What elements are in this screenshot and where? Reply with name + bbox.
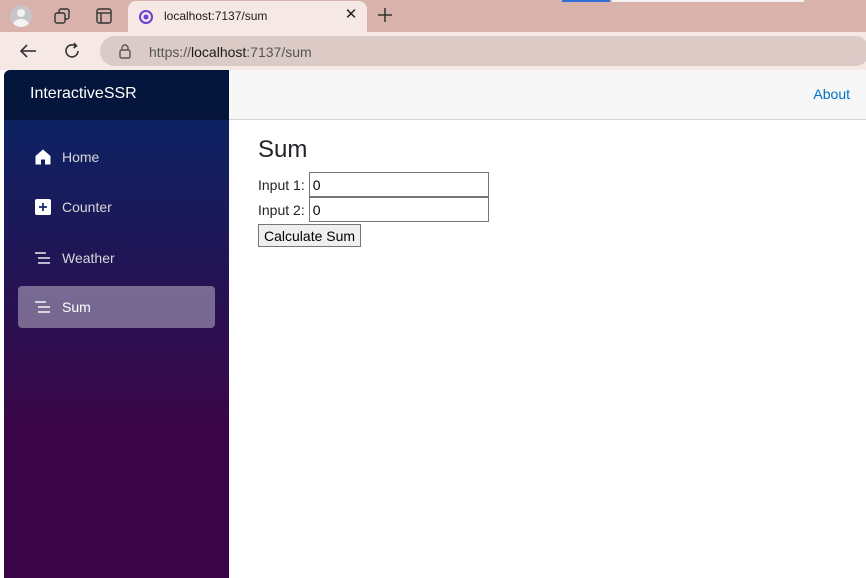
sidebar-item-counter[interactable]: Counter: [18, 186, 215, 228]
sidebar-item-label: Sum: [62, 299, 91, 315]
calculate-sum-button[interactable]: Calculate Sum: [258, 224, 362, 247]
url-path: :7137/sum: [246, 44, 312, 60]
back-icon[interactable]: [16, 39, 40, 63]
input2-field[interactable]: [308, 197, 489, 222]
input1-row: Input 1:: [258, 172, 489, 197]
url-input[interactable]: https://localhost:7137/sum: [100, 36, 866, 66]
input1-field[interactable]: [308, 172, 489, 197]
plus-square-icon: [34, 198, 52, 216]
close-icon[interactable]: ✕: [343, 7, 359, 23]
url-text: https://localhost:7137/sum: [149, 44, 312, 60]
main-content: About Sum Input 1: Input 2: Calculate Su…: [229, 70, 866, 578]
profile-icon[interactable]: [9, 4, 33, 28]
sidebar-item-sum[interactable]: Sum: [18, 286, 215, 328]
favicon-icon: [138, 9, 154, 25]
plus-icon[interactable]: [374, 4, 396, 26]
sum-form: Sum Input 1: Input 2: Calculate Sum: [258, 136, 489, 247]
tab-strip-accent: [562, 0, 610, 2]
brand-bar: InteractiveSSR: [4, 70, 229, 120]
home-icon: [34, 148, 52, 166]
sidebar-item-label: Counter: [62, 199, 112, 215]
active-tab[interactable]: localhost:7137/sum ✕: [128, 1, 367, 32]
sidebar-item-home[interactable]: Home: [18, 136, 215, 178]
app-viewport: InteractiveSSR Home Counter Weather Sum: [0, 70, 866, 578]
tab-strip-accent: [612, 0, 804, 2]
tab-actions-icon[interactable]: [92, 4, 116, 28]
url-host: localhost: [191, 44, 247, 60]
input2-label: Input 2:: [258, 201, 305, 218]
sidebar-item-label: Home: [62, 149, 100, 165]
url-prefix: https://: [149, 44, 192, 60]
list-icon: [34, 249, 52, 267]
page-title: Sum: [258, 136, 308, 163]
sidebar: InteractiveSSR Home Counter Weather Sum: [4, 70, 229, 578]
input2-row: Input 2:: [258, 197, 489, 222]
brand-link[interactable]: InteractiveSSR: [30, 85, 137, 103]
top-row: About: [229, 70, 866, 120]
workspaces-icon[interactable]: [50, 4, 74, 28]
tab-title: localhost:7137/sum: [164, 9, 268, 23]
sidebar-item-weather[interactable]: Weather: [18, 237, 215, 279]
input1-label: Input 1:: [258, 176, 305, 193]
list-icon: [34, 298, 52, 316]
sidebar-item-label: Weather: [62, 250, 115, 266]
browser-tab-strip: localhost:7137/sum ✕: [0, 0, 866, 32]
address-bar-row: https://localhost:7137/sum: [0, 32, 866, 70]
refresh-icon[interactable]: [60, 39, 84, 63]
about-link[interactable]: About: [813, 86, 850, 102]
lock-icon[interactable]: [118, 43, 132, 59]
